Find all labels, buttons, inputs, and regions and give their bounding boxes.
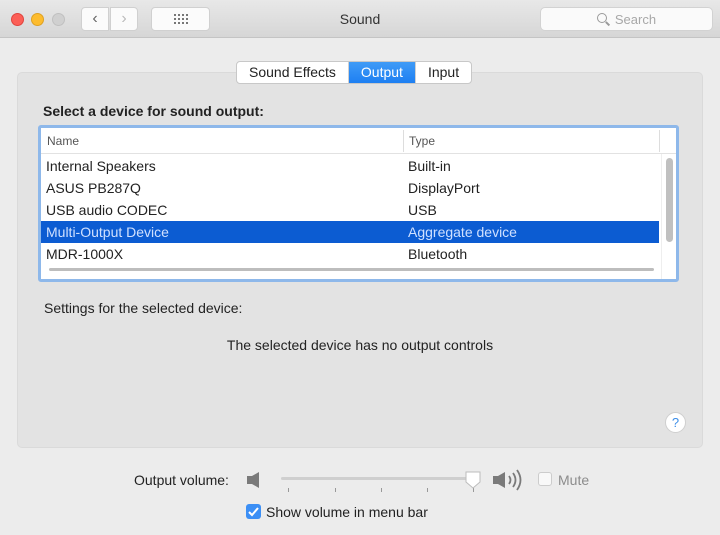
device-type: DisplayPort <box>408 180 480 196</box>
show-volume-label: Show volume in menu bar <box>266 504 428 520</box>
section-label: Select a device for sound output: <box>43 103 264 119</box>
table-row[interactable]: ASUS PB287Q DisplayPort <box>41 177 659 199</box>
device-name: ASUS PB287Q <box>46 180 141 196</box>
show-volume-checkbox[interactable] <box>246 504 261 519</box>
mute-label: Mute <box>558 472 590 488</box>
tab-input[interactable]: Input <box>416 62 471 83</box>
no-controls-message: The selected device has no output contro… <box>226 337 494 353</box>
checkmark-icon <box>248 506 259 516</box>
speaker-high-icon <box>493 469 522 491</box>
column-header-type[interactable]: Type <box>409 134 435 148</box>
device-type: Bluetooth <box>408 246 468 262</box>
column-header-name[interactable]: Name <box>47 134 79 148</box>
table-row[interactable]: USB audio CODEC USB <box>41 199 659 221</box>
speaker-low-icon <box>247 472 259 488</box>
device-type: USB <box>408 202 437 218</box>
search-icon <box>596 12 610 26</box>
table-row[interactable]: MDR-1000X Bluetooth <box>41 243 659 265</box>
tab-output[interactable]: Output <box>348 62 416 83</box>
slider-tick <box>427 488 428 492</box>
device-name: Multi-Output Device <box>46 224 169 240</box>
device-name: USB audio CODEC <box>46 202 168 218</box>
device-type: Aggregate device <box>408 224 517 240</box>
slider-tick <box>381 488 382 492</box>
device-name: Internal Speakers <box>46 158 156 174</box>
volume-slider-track[interactable] <box>281 477 476 480</box>
search-field[interactable]: Search <box>540 7 713 31</box>
output-volume-label: Output volume: <box>134 472 229 488</box>
device-type: Built-in <box>408 158 451 174</box>
title-bar: ‹ › Sound Search <box>0 0 720 38</box>
tab-bar: Sound Effects Output Input <box>236 61 473 84</box>
settings-label: Settings for the selected device: <box>44 300 243 316</box>
column-divider <box>659 130 660 152</box>
table-header: Name Type <box>41 128 676 154</box>
tab-sound-effects[interactable]: Sound Effects <box>237 62 349 83</box>
help-icon: ? <box>671 415 680 430</box>
table-row-selected[interactable]: Multi-Output Device Aggregate device <box>41 221 659 243</box>
vertical-scrollbar[interactable] <box>661 154 676 279</box>
help-button[interactable]: ? <box>665 412 686 433</box>
volume-slider-thumb[interactable] <box>465 471 481 489</box>
mute-checkbox[interactable] <box>538 472 552 486</box>
slider-tick <box>288 488 289 492</box>
horizontal-scrollbar[interactable] <box>49 268 654 271</box>
device-name: MDR-1000X <box>46 246 124 262</box>
device-table: Name Type Internal Speakers Built-in ASU… <box>38 125 679 282</box>
search-placeholder: Search <box>614 11 657 27</box>
column-divider[interactable] <box>403 130 404 152</box>
scrollbar-thumb[interactable] <box>666 158 673 242</box>
slider-tick <box>335 488 336 492</box>
table-row[interactable]: Internal Speakers Built-in <box>41 155 659 177</box>
